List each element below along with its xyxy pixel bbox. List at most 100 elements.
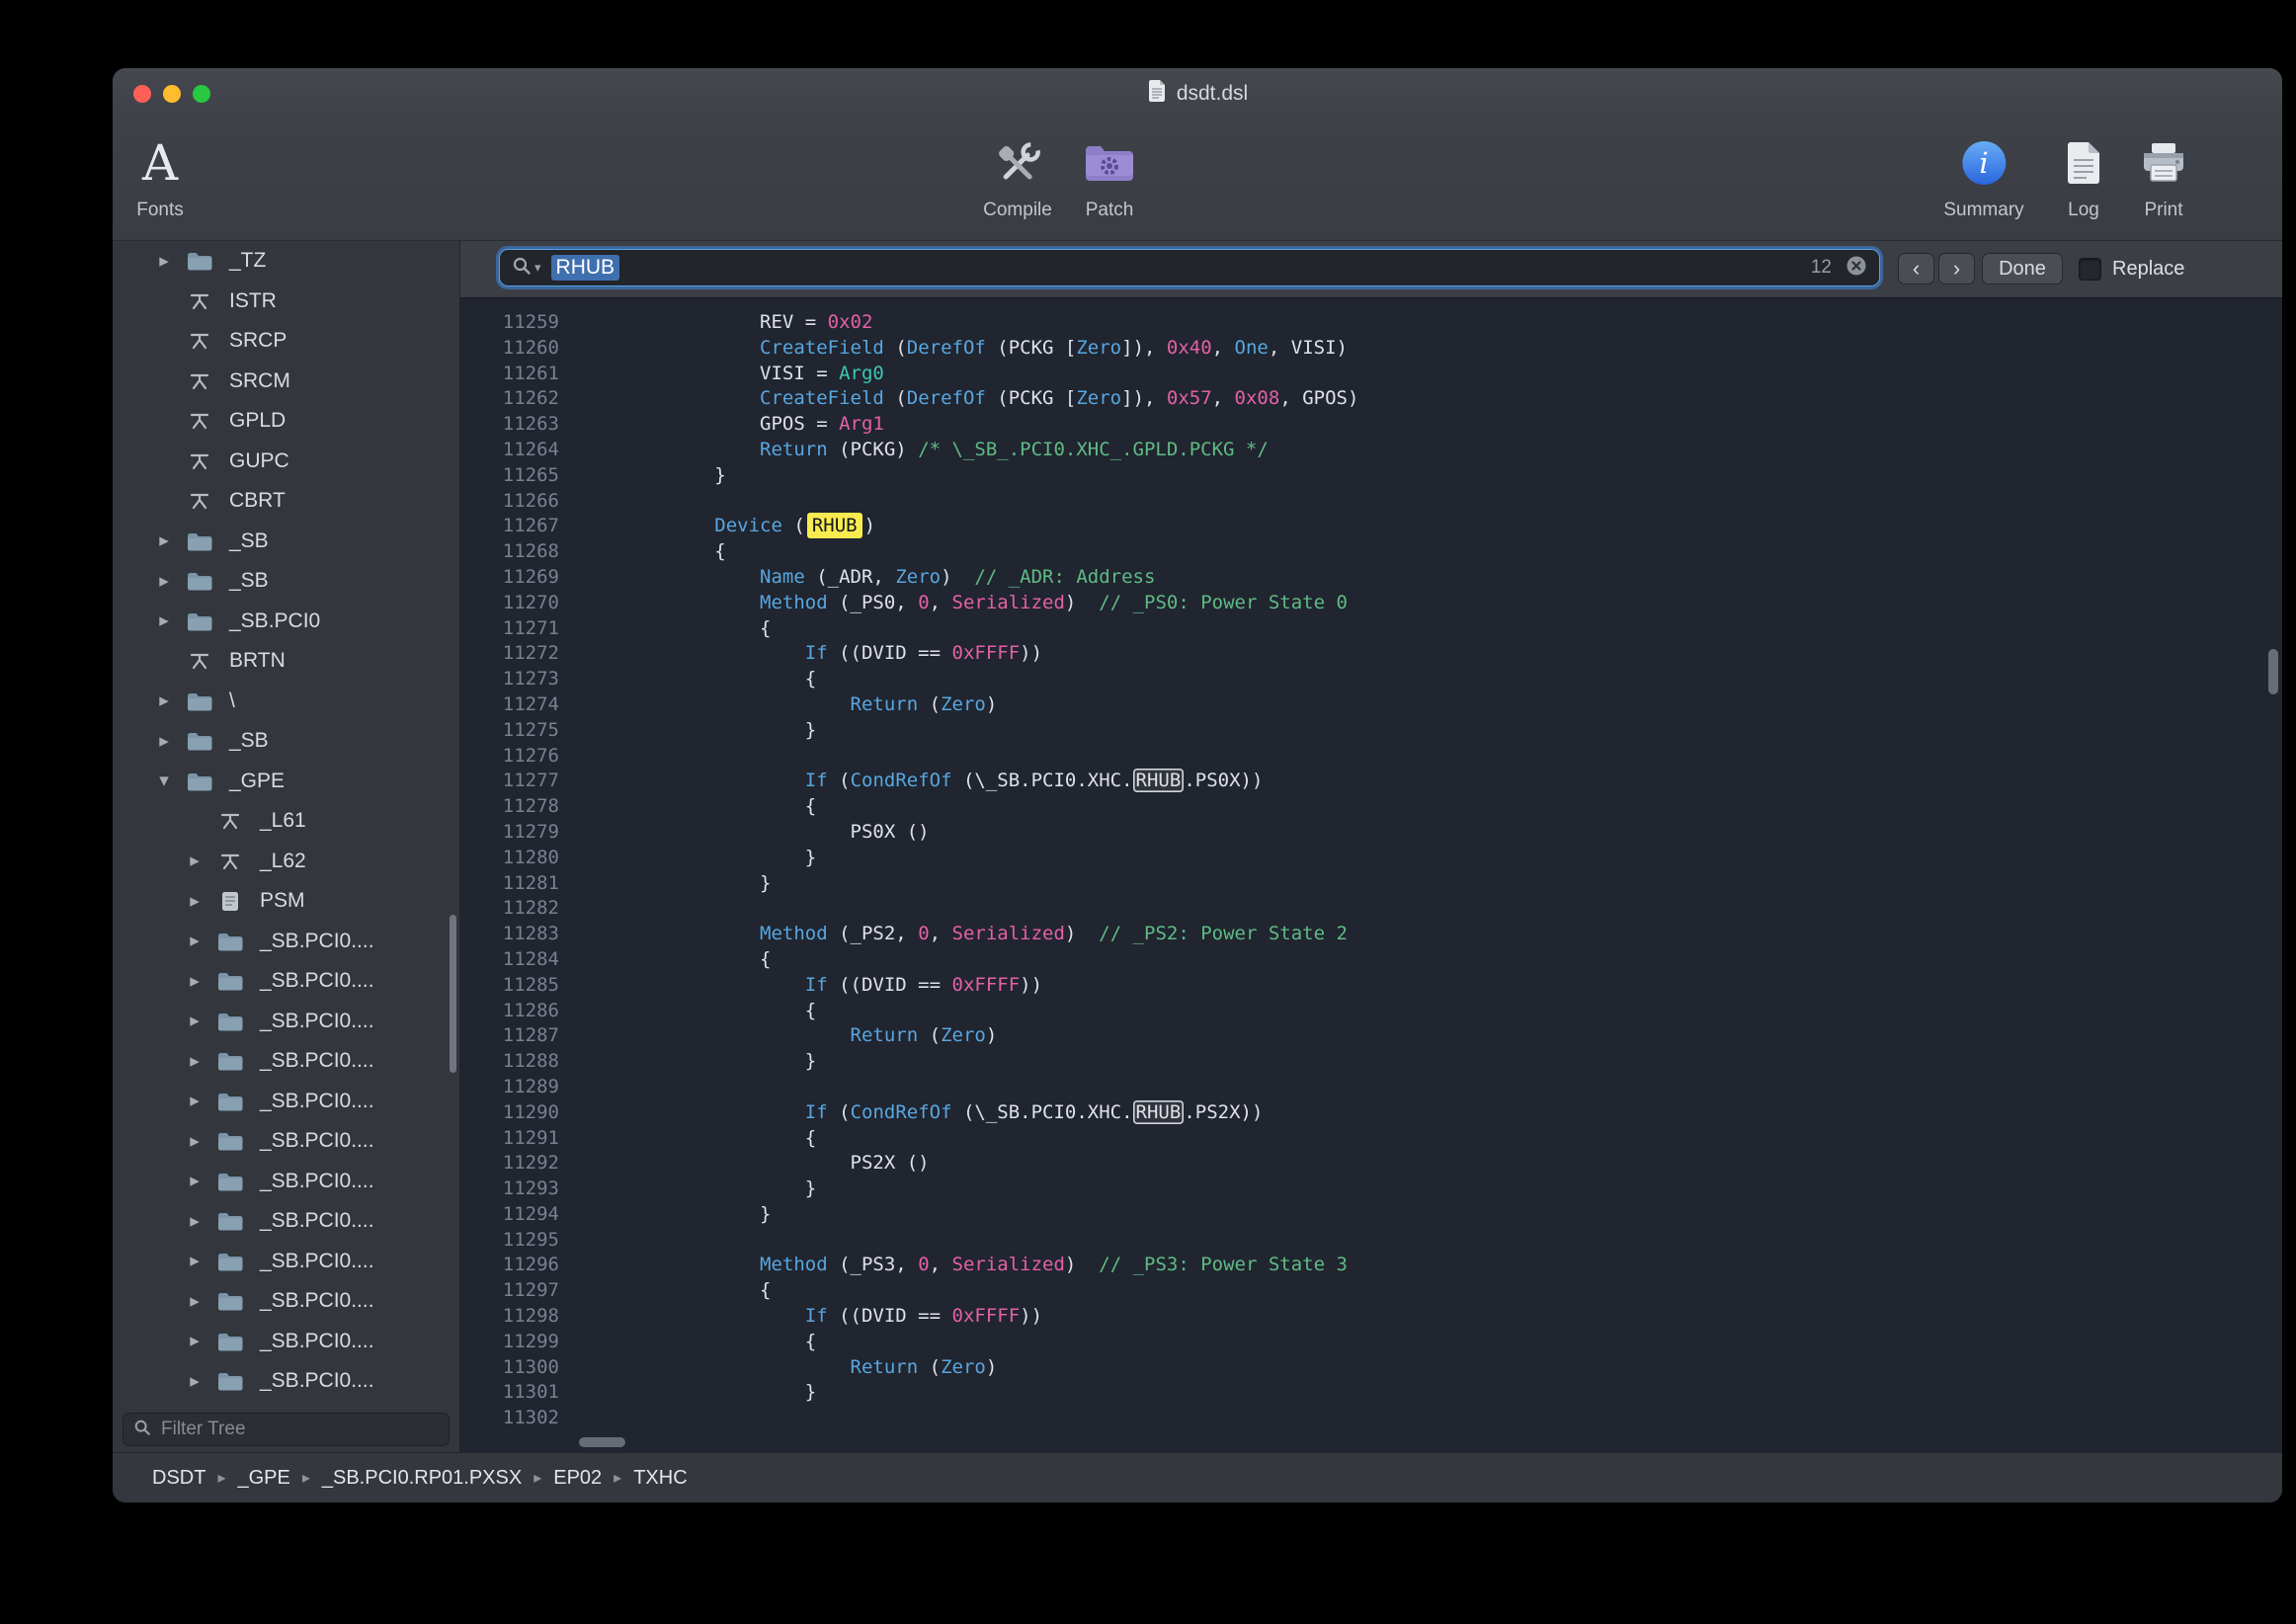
line-number: 11296 [460,1253,559,1278]
disclosure-triangle[interactable]: ▸ [179,850,210,872]
line-number: 11267 [460,514,559,539]
code-line: 11299 { [460,1330,2282,1355]
tree-item-label: PSM [250,889,305,913]
tree-item[interactable]: ▸_L62 [113,842,459,882]
disclosure-triangle[interactable]: ▸ [148,730,180,753]
tree-item[interactable]: BRTN [113,641,459,682]
disclosure-triangle[interactable]: ▸ [179,1090,210,1112]
disclosure-triangle[interactable]: ▸ [179,1050,210,1073]
compile-toolbar-button[interactable]: Compile [983,131,1052,221]
done-button[interactable]: Done [1982,253,2063,284]
breadcrumb-separator: ▸ [217,1468,225,1488]
breadcrumb-item[interactable]: TXHC [633,1467,687,1490]
line-number: 11261 [460,362,559,387]
tree-item[interactable]: SRCM [113,362,459,402]
disclosure-triangle[interactable]: ▸ [148,529,180,552]
tree-item-label: _SB.PCI0.... [250,1170,374,1193]
tree-item[interactable]: ▸_SB.PCI0.... [113,922,459,962]
tree-item[interactable]: GPLD [113,401,459,442]
fonts-label: Fonts [136,200,184,221]
tree-item[interactable]: ▸ _SB.PCI0.... [113,1201,459,1242]
folder-icon [210,1332,250,1351]
code-editor[interactable]: 11259 REV = 0x0211260 CreateField (Deref… [460,298,2282,1452]
disclosure-triangle[interactable]: ▸ [179,930,210,952]
breadcrumb-item[interactable]: _SB.PCI0.RP01.PXSX [322,1467,522,1490]
disclosure-triangle[interactable]: ▸ [148,570,180,593]
line-number: 11302 [460,1406,559,1431]
find-input[interactable]: ▾ RHUB 12 [499,249,1880,286]
editor-horizontal-scrollbar-thumb[interactable] [579,1437,625,1447]
tree-item[interactable]: ▸_SB.PCI0.... [113,1281,459,1322]
tree-item-label: _L61 [250,809,306,833]
tree-item[interactable]: ▸ _SB.PCI0.... [113,1162,459,1202]
tree-item[interactable]: ▸_SB.PCI0.... [113,961,459,1002]
tree-item[interactable]: ▸_SB.PCI0 [113,602,459,642]
code-line: 11301 } [460,1380,2282,1406]
tree-item[interactable]: ▸_SB.PCI0.... [113,1082,459,1122]
code-line: 11268 { [460,539,2282,565]
tree-item[interactable]: ▸ PSM [113,881,459,922]
line-number: 11282 [460,896,559,922]
tree-item[interactable]: ▸_SB.PCI0.... [113,1322,459,1362]
tree-item[interactable]: CBRT [113,481,459,522]
patch-toolbar-button[interactable]: Patch [1083,131,1136,221]
code-line: 11266 [460,489,2282,515]
log-toolbar-button[interactable]: Log [2065,131,2102,221]
filter-tree-input[interactable] [159,1418,439,1441]
disclosure-triangle[interactable]: ▸ [148,690,180,712]
disclosure-triangle[interactable]: ▸ [179,1330,210,1352]
tree-item[interactable]: ▸_SB.PCI0.... [113,1242,459,1282]
tree-item[interactable]: ▸_SB.PCI0.... [113,1361,459,1402]
tree-item[interactable]: ▸_SB [113,561,459,602]
tree-item[interactable]: ▾_GPE [113,762,459,802]
tree-item-label: SRCP [219,329,287,353]
disclosure-triangle[interactable]: ▸ [179,970,210,993]
tree-item[interactable]: ▸_SB.PCI0.... [113,1121,459,1162]
print-toolbar-button[interactable]: Print [2140,131,2187,221]
breadcrumb-item[interactable]: EP02 [553,1467,602,1490]
folder-icon [180,251,219,271]
disclosure-triangle[interactable]: ▸ [179,1250,210,1272]
fonts-toolbar-button[interactable]: A Fonts [136,131,184,221]
disclosure-triangle[interactable]: ▸ [148,250,180,273]
sidebar-tree[interactable]: ▸_TZISTRSRCPSRCMGPLDGUPCCBRT▸_SB▸_SB▸_SB… [113,241,459,1407]
replace-checkbox[interactable] [2079,258,2101,281]
breadcrumb-item[interactable]: _GPE [237,1467,289,1490]
tree-item[interactable]: ▸_TZ [113,241,459,282]
breadcrumb-item[interactable]: DSDT [152,1467,205,1490]
code-line: 11284 { [460,947,2282,973]
tree-item[interactable]: _L61 [113,801,459,842]
tree-item[interactable]: SRCP [113,321,459,362]
disclosure-triangle[interactable]: ▸ [179,1290,210,1313]
tree-item[interactable]: ▸_SB [113,721,459,762]
tree-item[interactable]: ▸_SB.PCI0.... [113,1002,459,1042]
tree-item[interactable]: GUPC [113,442,459,482]
summary-toolbar-button[interactable]: i Summary [1943,131,2023,221]
editor-vertical-scrollbar-thumb[interactable] [2268,649,2278,694]
method-icon [210,811,250,831]
disclosure-triangle[interactable]: ▸ [179,1010,210,1032]
code-line: 11289 [460,1075,2282,1100]
tree-item-label: _SB.PCI0.... [250,1209,374,1233]
find-previous-button[interactable]: ‹ [1898,253,1934,284]
disclosure-triangle[interactable]: ▸ [179,1370,210,1393]
tree-item[interactable]: ISTR [113,282,459,322]
disclosure-triangle[interactable]: ▸ [179,1210,210,1233]
sidebar-scrollbar-thumb[interactable] [450,915,456,1073]
filter-tree-field[interactable] [123,1413,450,1446]
code-line: 11263 GPOS = Arg1 [460,412,2282,438]
disclosure-triangle[interactable]: ▸ [179,1130,210,1153]
wrench-screwdriver-icon [992,131,1043,195]
tree-item[interactable]: ▸\ [113,682,459,722]
tree-item[interactable]: ▸_SB.PCI0.... [113,1041,459,1082]
line-number: 11262 [460,386,559,412]
disclosure-triangle[interactable]: ▸ [179,890,210,913]
tree-item[interactable]: ▸_SB [113,522,459,562]
search-icon[interactable] [512,256,532,281]
disclosure-triangle[interactable]: ▾ [148,770,180,792]
clear-search-icon[interactable] [1845,255,1867,282]
disclosure-triangle[interactable]: ▸ [179,1170,210,1192]
line-number: 11266 [460,489,559,515]
disclosure-triangle[interactable]: ▸ [148,609,180,632]
find-next-button[interactable]: › [1938,253,1975,284]
